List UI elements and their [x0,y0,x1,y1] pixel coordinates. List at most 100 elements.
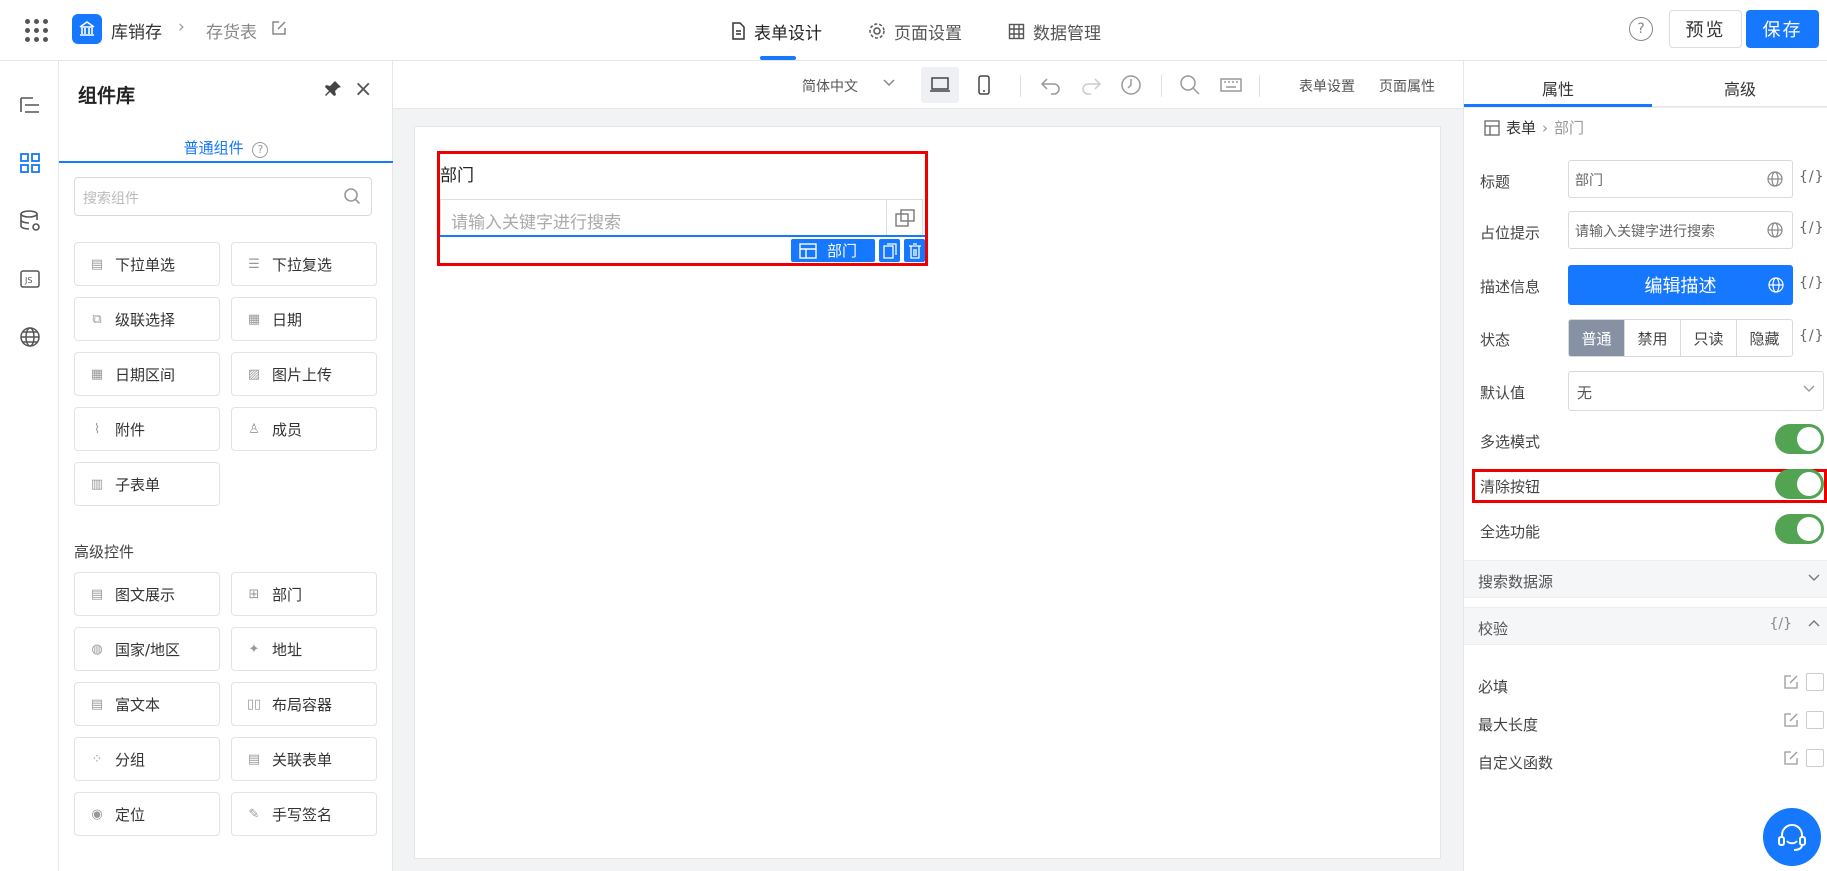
keyboard-icon[interactable] [1219,73,1243,97]
rich-text-icon: ▤ [90,696,104,712]
component-group[interactable]: ⁘ 分组 [74,737,220,781]
globe-icon[interactable] [1767,276,1785,294]
page-properties-link[interactable]: 页面属性 [1379,76,1435,96]
search-icon[interactable] [1178,73,1202,97]
select-all-toggle[interactable] [1775,514,1824,544]
component-location[interactable]: ◉ 定位 [74,792,220,836]
pin-icon[interactable] [323,79,345,101]
component-label: 手写签名 [272,805,333,824]
edit-icon[interactable] [270,19,290,39]
sheet-name[interactable]: 存货表 [206,18,257,43]
component-label: 子表单 [115,475,161,494]
outline-icon[interactable] [16,91,44,119]
help-circle-icon[interactable]: ? [252,142,269,158]
component-signature[interactable]: ✎ 手写签名 [231,792,377,836]
component-date[interactable]: ▦ 日期 [231,297,377,341]
component-rich-text[interactable]: ▤ 富文本 [74,682,220,726]
state-disabled[interactable]: 禁用 [1625,320,1681,356]
selected-component-tag[interactable]: 部门 [791,239,875,262]
custom-function-checkbox[interactable] [1806,749,1824,767]
edit-icon[interactable] [1782,673,1800,691]
placeholder-input[interactable]: 请输入关键字进行搜索 [1568,211,1793,249]
required-checkbox[interactable] [1806,673,1824,691]
delete-icon[interactable] [904,239,925,262]
component-dropdown-multi[interactable]: ☰ 下拉复选 [231,242,377,286]
component-attachment[interactable]: ⌇ 附件 [74,407,220,451]
expression-icon[interactable]: {/} [1799,169,1825,185]
component-search-input[interactable]: 搜索组件 [74,177,372,216]
mobile-view-icon[interactable] [965,67,1003,103]
customer-support-icon[interactable] [1763,808,1821,866]
tab-page-settings[interactable]: 页面设置 [868,16,962,46]
tab-data-management[interactable]: 数据管理 [1008,16,1101,46]
component-layout[interactable]: ▯▯ 布局容器 [231,682,377,726]
state-normal[interactable]: 普通 [1569,320,1625,356]
globe-icon[interactable] [16,323,44,351]
department-picker-icon[interactable] [886,199,923,237]
search-datasource-section[interactable]: 搜索数据源 [1464,560,1827,598]
component-cascade[interactable]: ⧉ 级联选择 [74,297,220,341]
tab-properties[interactable]: 属性 [1464,61,1652,107]
undo-icon[interactable] [1039,73,1063,97]
clear-button-toggle[interactable] [1775,469,1824,499]
component-richtext-display[interactable]: ▤ 图文展示 [74,572,220,616]
database-settings-icon[interactable] [16,207,44,235]
state-hidden[interactable]: 隐藏 [1737,320,1792,356]
component-country[interactable]: ◍ 国家/地区 [74,627,220,671]
search-icon[interactable] [343,187,363,207]
component-member[interactable]: ♙ 成员 [231,407,377,451]
department-icon [799,242,817,259]
tab-form-design[interactable]: 表单设计 [730,16,822,46]
expression-icon[interactable]: {/} [1799,275,1825,291]
state-readonly[interactable]: 只读 [1681,320,1737,356]
group-icon: ⁘ [91,751,103,767]
component-subform[interactable]: ▥ 子表单 [74,462,220,506]
expression-icon[interactable]: {/} [1799,328,1825,344]
js-code-icon[interactable]: JS [16,265,44,293]
breadcrumb-root[interactable]: 表单 [1506,117,1536,138]
component-label: 定位 [115,805,146,824]
edit-icon[interactable] [1782,711,1800,729]
globe-icon[interactable] [1766,221,1784,239]
image-icon: ▨ [247,366,261,382]
tab-basic-components[interactable]: 普通组件 ? [59,129,393,163]
chevron-down-icon [1801,380,1817,400]
expression-icon[interactable]: {/} [1769,616,1792,632]
app-name[interactable]: 库销存 [111,18,162,43]
help-icon[interactable]: ? [1629,17,1653,41]
edit-icon[interactable] [1782,749,1800,767]
multi-select-toggle[interactable] [1775,424,1824,454]
max-length-checkbox[interactable] [1806,711,1824,729]
expression-icon[interactable]: {/} [1799,220,1825,236]
max-length-label: 最大长度 [1478,716,1539,734]
tab-advanced[interactable]: 高级 [1652,61,1827,107]
component-department[interactable]: ⊞ 部门 [231,572,377,616]
apps-grid-icon[interactable] [24,18,48,42]
component-image-upload[interactable]: ▨ 图片上传 [231,352,377,396]
component-library: 组件库 × 普通组件 ? 搜索组件 ▤ 下拉单选 ☰ 下拉复选 ⧉ 级联选择 ▦ 日期 … [59,61,393,871]
component-dropdown-single[interactable]: ▤ 下拉单选 [74,242,220,286]
component-link-form[interactable]: ▤ 关联表单 [231,737,377,781]
chevron-down-icon[interactable] [882,75,896,93]
history-icon[interactable] [1119,73,1143,97]
language-select[interactable]: 简体中文 [802,76,858,96]
close-icon[interactable]: × [354,77,372,102]
component-address[interactable]: ✦ 地址 [231,627,377,671]
save-button[interactable]: 保存 [1746,10,1819,48]
globe-icon[interactable] [1766,170,1784,188]
form-settings-link[interactable]: 表单设置 [1299,76,1355,96]
redo-icon[interactable] [1079,73,1103,97]
copy-icon[interactable] [879,239,900,262]
default-value-select[interactable]: 无 [1568,371,1824,411]
title-input[interactable]: 部门 [1568,160,1793,198]
globe-icon: ◍ [91,641,103,657]
validation-section[interactable]: 校验 {/} [1464,607,1827,645]
component-date-range[interactable]: ▦ 日期区间 [74,352,220,396]
department-search-input[interactable]: 请输入关键字进行搜索 [440,199,886,237]
components-icon[interactable] [16,149,44,177]
desktop-view-icon[interactable] [921,67,959,103]
edit-description-button[interactable]: 编辑描述 [1568,265,1793,305]
preview-button[interactable]: 预览 [1669,10,1742,48]
component-label: 地址 [272,640,303,659]
divider [1464,107,1827,108]
